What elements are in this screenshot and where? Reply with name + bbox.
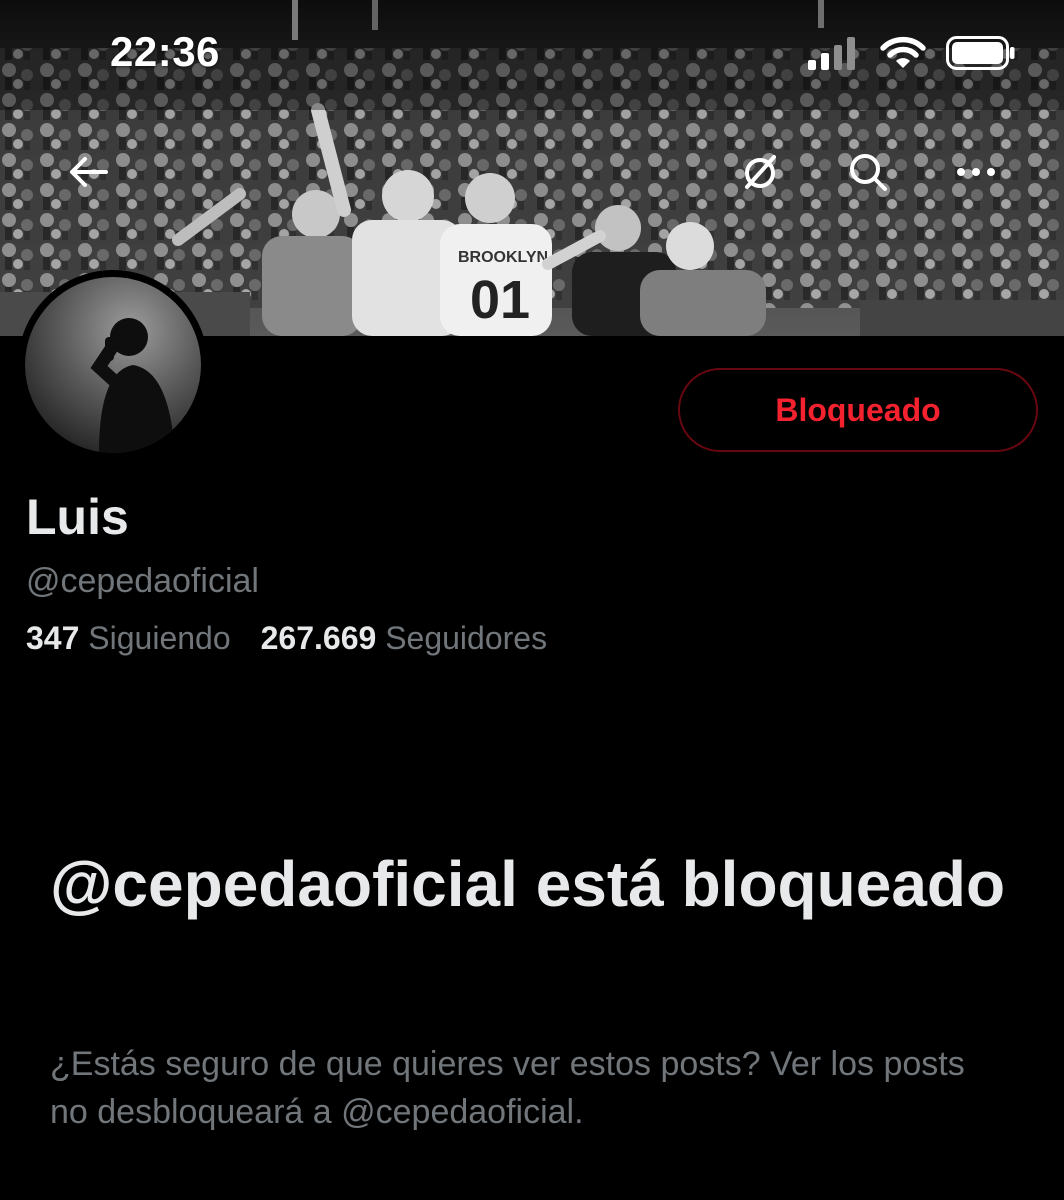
status-icons — [808, 36, 1016, 75]
battery-icon — [946, 36, 1016, 75]
status-bar: 22:36 — [0, 0, 1064, 100]
back-arrow-icon — [67, 155, 109, 194]
grok-icon — [739, 151, 781, 198]
search-icon — [847, 151, 889, 198]
more-icon — [955, 165, 997, 183]
more-button[interactable] — [950, 148, 1002, 200]
search-button[interactable] — [842, 148, 894, 200]
followers-link[interactable]: 267.669 Seguidores — [261, 620, 547, 656]
display-name: Luis — [26, 489, 129, 545]
blocked-title: @cepedaoficial está bloqueado — [50, 848, 1006, 920]
avatar[interactable] — [18, 270, 208, 460]
svg-text:BROOKLYN: BROOKLYN — [458, 249, 548, 266]
following-label: Siguiendo — [88, 620, 231, 656]
following-count: 347 — [26, 620, 80, 656]
blocked-description: ¿Estás seguro de que quieres ver estos p… — [50, 1045, 965, 1131]
followers-count: 267.669 — [260, 620, 377, 656]
following-link[interactable]: 347 Siguiendo — [26, 620, 231, 656]
wifi-icon — [880, 36, 926, 75]
cellular-signal-icon — [808, 36, 860, 75]
back-button[interactable] — [62, 148, 114, 200]
followers-label: Seguidores — [385, 620, 548, 656]
status-time: 22:36 — [110, 28, 220, 75]
profile-handle: @cepedaoficial — [26, 562, 259, 600]
grok-button[interactable] — [734, 148, 786, 200]
avatar-image — [25, 277, 201, 453]
profile-stats: 347 Siguiendo 267.669 Seguidores — [26, 620, 547, 657]
blocked-button[interactable]: Bloqueado — [678, 368, 1038, 452]
svg-text:01: 01 — [470, 270, 530, 330]
